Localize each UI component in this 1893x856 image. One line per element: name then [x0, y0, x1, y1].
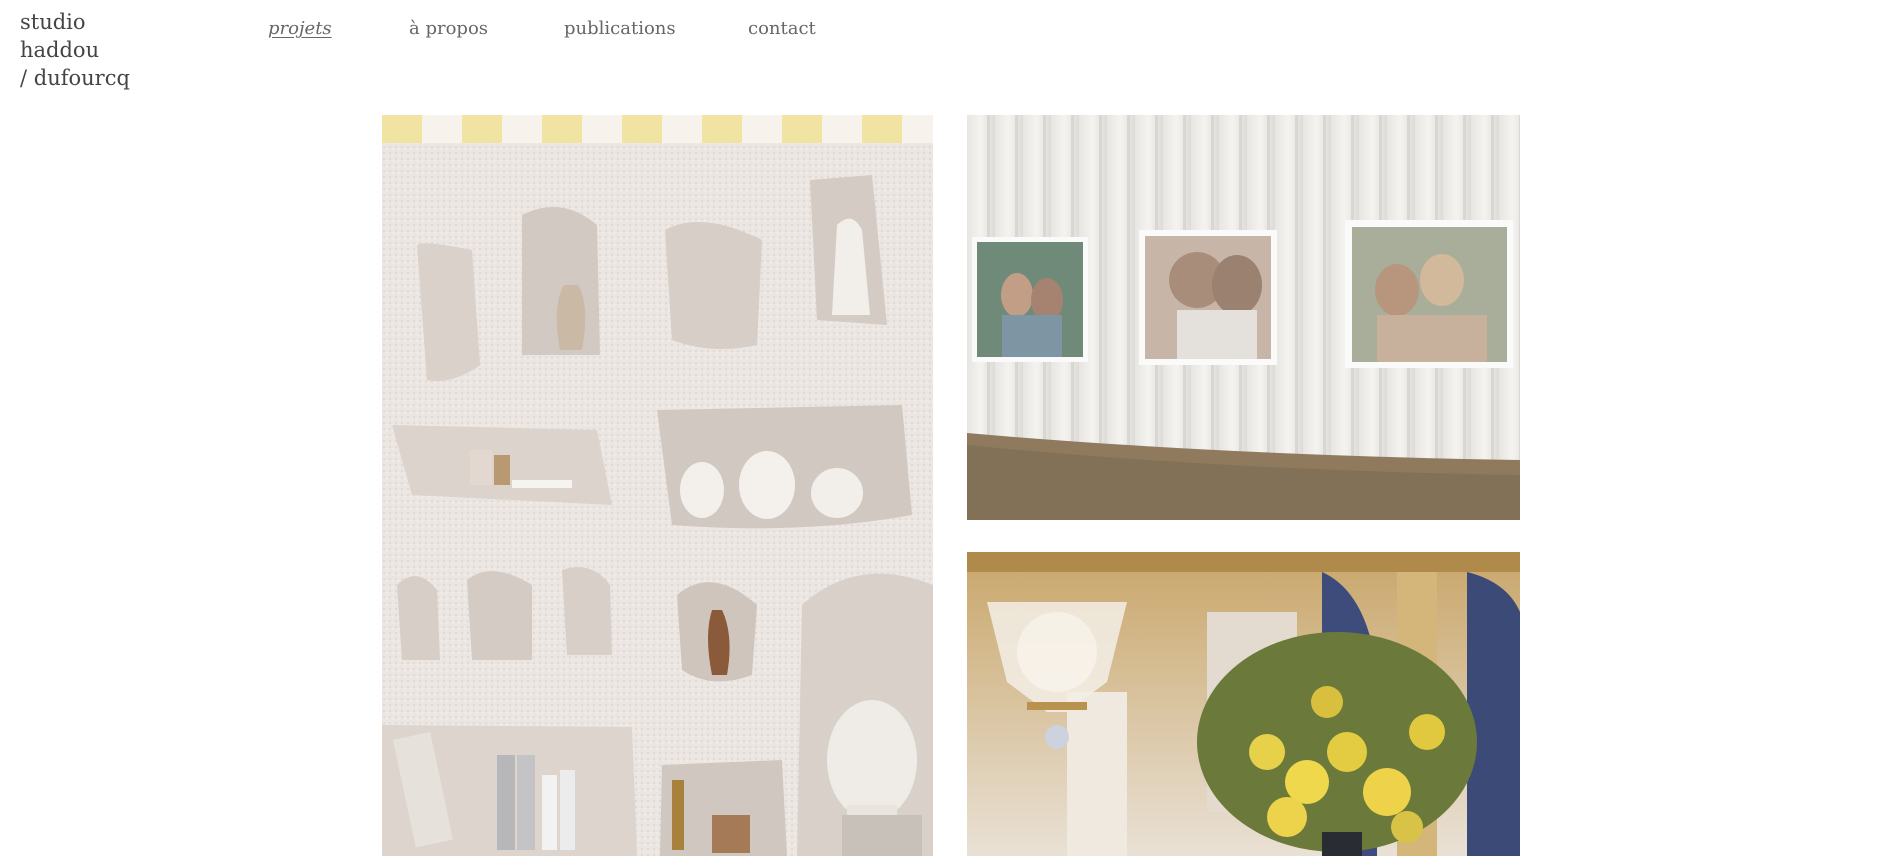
project-image-niches[interactable] — [382, 115, 933, 856]
exhibition-photo — [967, 115, 1520, 520]
nav-link-publications[interactable]: publications — [564, 18, 748, 39]
nav-link-a-propos[interactable]: à propos — [409, 18, 564, 39]
logo-line-haddou: haddou — [20, 38, 100, 62]
site-logo[interactable]: studio haddou / dufourcq — [20, 8, 130, 92]
main-nav: projets à propos publications contact — [268, 18, 816, 39]
project-image-mimosa[interactable] — [967, 552, 1520, 856]
nav-link-projets[interactable]: projets — [268, 18, 409, 39]
project-image-exhibition[interactable] — [967, 115, 1520, 520]
nav-link-contact[interactable]: contact — [748, 18, 816, 39]
mimosa-photo — [967, 552, 1520, 856]
niches-photo — [382, 115, 933, 856]
logo-line-studio: studio — [20, 10, 86, 34]
logo-line-dufourcq: / dufourcq — [20, 66, 130, 90]
